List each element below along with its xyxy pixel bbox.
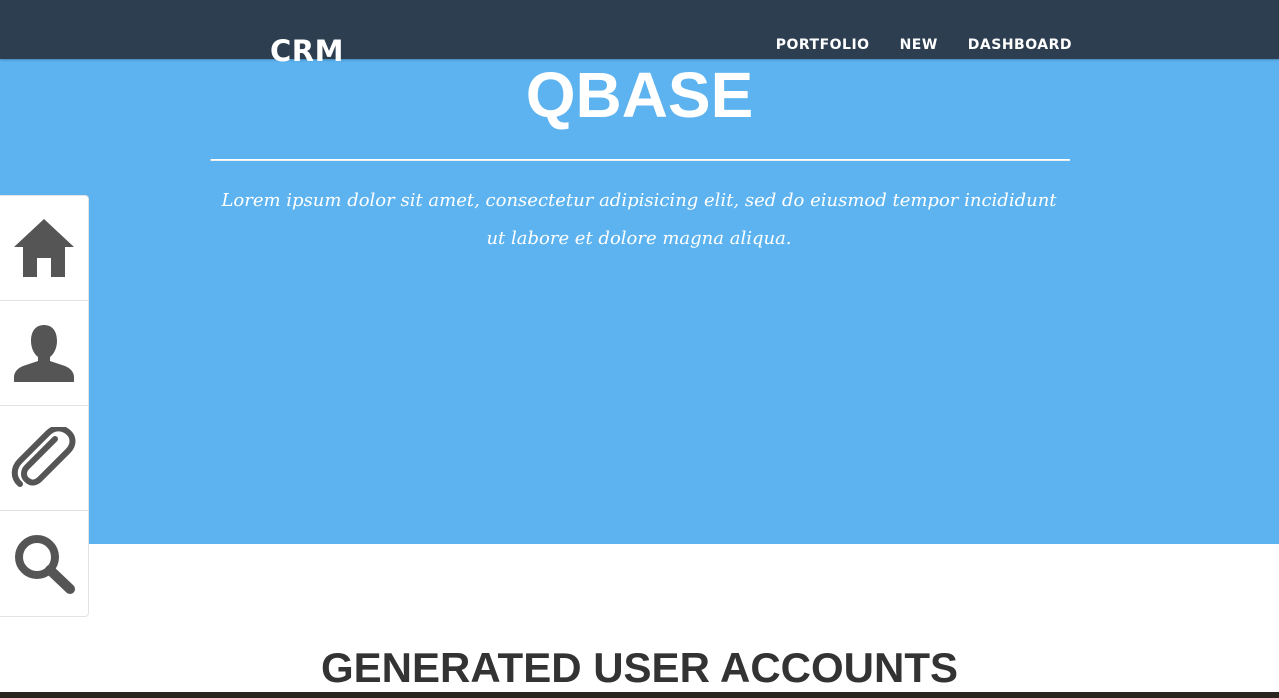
paperclip-icon — [11, 427, 76, 487]
nav-link-dashboard[interactable]: DASHBOARD — [968, 36, 1072, 54]
nav-link-portfolio[interactable]: PORTFOLIO — [776, 36, 870, 54]
home-icon — [14, 219, 74, 277]
side-menu — [0, 195, 89, 617]
side-menu-home[interactable] — [0, 196, 88, 301]
search-icon — [15, 534, 75, 594]
hero-divider — [210, 159, 1070, 161]
section-heading: GENERATED USER ACCOUNTS — [320, 644, 959, 691]
hero-tagline: Lorem ipsum dolor sit amet, consectetur … — [221, 190, 1057, 249]
hero-title: QBASE — [525, 59, 754, 131]
top-navbar: CRM PORTFOLIO NEW DASHBOARD — [0, 0, 1279, 68]
user-icon — [14, 325, 74, 382]
side-menu-search[interactable] — [0, 511, 88, 616]
side-menu-user[interactable] — [0, 301, 88, 406]
nav-links: PORTFOLIO NEW DASHBOARD — [776, 36, 1072, 54]
nav-link-new[interactable]: NEW — [900, 36, 938, 54]
side-menu-attachments[interactable] — [0, 406, 88, 511]
hero-section: QBASE Lorem ipsum dolor sit amet, consec… — [0, 59, 1279, 544]
brand-logo[interactable]: CRM — [270, 34, 344, 68]
background-image-edge — [0, 692, 1279, 698]
